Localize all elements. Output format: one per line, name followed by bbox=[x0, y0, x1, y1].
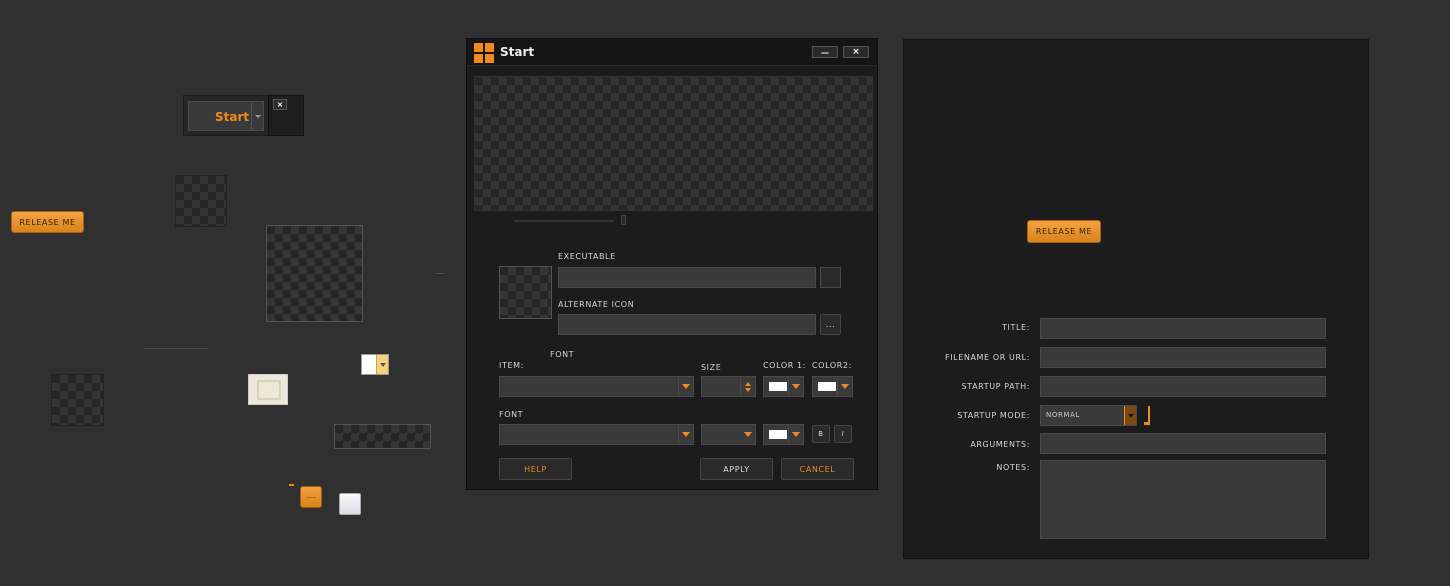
divider-short bbox=[436, 273, 444, 274]
font-size-select[interactable] bbox=[701, 424, 756, 445]
checker-thumb-large bbox=[266, 225, 363, 322]
checker-thumb-small bbox=[175, 175, 227, 227]
font-label: FONT bbox=[550, 350, 575, 359]
notes-label: NOTES: bbox=[996, 463, 1030, 472]
startup-mode-label: STARTUP MODE: bbox=[957, 411, 1030, 420]
bold-button[interactable]: B bbox=[812, 425, 830, 443]
apply-button[interactable]: APPLY bbox=[700, 458, 773, 480]
start-close-panel: × bbox=[268, 95, 304, 136]
arguments-field[interactable] bbox=[1040, 433, 1326, 454]
start-dialog: Start — × EXECUTABLE ALTERNATE ICON ... … bbox=[466, 38, 878, 490]
color1-label: COLOR 1: bbox=[763, 361, 807, 370]
help-button[interactable]: HELP bbox=[499, 458, 572, 480]
tiny-orange-mark bbox=[289, 484, 294, 486]
italic-button[interactable]: I bbox=[834, 425, 852, 443]
title-field[interactable] bbox=[1040, 318, 1326, 339]
startup-mode-value: NORMAL bbox=[1046, 411, 1080, 419]
alternate-icon-label: ALTERNATE ICON bbox=[558, 300, 635, 309]
start-button-widget: Start bbox=[183, 95, 269, 136]
apply-label: APPLY bbox=[723, 464, 750, 474]
app-logo-icon bbox=[474, 43, 494, 63]
font-color-picker[interactable] bbox=[763, 424, 804, 445]
font2-label: FONT bbox=[499, 410, 524, 419]
notes-field[interactable] bbox=[1040, 460, 1326, 539]
color-picker-widget[interactable] bbox=[361, 354, 389, 375]
bold-label: B bbox=[818, 430, 824, 438]
executable-browse-button[interactable] bbox=[820, 267, 841, 288]
help-label: HELP bbox=[524, 464, 547, 474]
browse-label: ... bbox=[825, 320, 836, 329]
item-label: ITEM: bbox=[499, 361, 524, 370]
dialog-title: Start bbox=[500, 45, 535, 59]
font-select[interactable] bbox=[499, 424, 694, 445]
frame-swatch bbox=[248, 374, 288, 405]
checker-strip bbox=[334, 424, 431, 449]
divider-line bbox=[144, 348, 208, 349]
close-icon: × bbox=[852, 47, 860, 57]
minimize-button[interactable]: — bbox=[812, 46, 838, 58]
dialog-close-button[interactable]: × bbox=[843, 46, 869, 58]
alternate-icon-browse-button[interactable]: ... bbox=[820, 314, 841, 335]
close-icon: × bbox=[276, 100, 284, 109]
start-close-button[interactable]: × bbox=[273, 99, 287, 110]
icon-preview bbox=[499, 266, 552, 319]
dialog-title-bar[interactable]: Start — × bbox=[467, 39, 877, 66]
startup-mode-indicator bbox=[1144, 406, 1152, 426]
orange-square-button[interactable] bbox=[300, 486, 322, 508]
arguments-label: ARGUMENTS: bbox=[970, 440, 1030, 449]
color1-picker[interactable] bbox=[763, 376, 804, 397]
item-select[interactable] bbox=[499, 376, 694, 397]
size-label: SIZE bbox=[701, 363, 722, 372]
checker-thumb-left bbox=[51, 374, 104, 426]
minimize-icon: — bbox=[821, 47, 829, 57]
startup-path-label: STARTUP PATH: bbox=[961, 382, 1030, 391]
properties-panel: RELEASE ME TITLE: FILENAME OR URL: START… bbox=[903, 39, 1369, 559]
preview-area bbox=[474, 76, 873, 211]
alternate-icon-field[interactable] bbox=[558, 314, 816, 335]
startup-path-field[interactable] bbox=[1040, 376, 1326, 397]
start-button-label: Start bbox=[215, 110, 250, 124]
executable-label: EXECUTABLE bbox=[558, 252, 616, 261]
release-me-label: RELEASE ME bbox=[1035, 227, 1093, 236]
startup-mode-select[interactable]: NORMAL bbox=[1040, 405, 1137, 426]
filename-label: FILENAME OR URL: bbox=[945, 353, 1030, 362]
release-me-button-right[interactable]: RELEASE ME bbox=[1027, 220, 1101, 243]
executable-field[interactable] bbox=[558, 267, 816, 288]
start-button[interactable]: Start bbox=[188, 101, 264, 131]
start-dropdown-arrow[interactable] bbox=[251, 102, 263, 130]
cancel-label: CANCEL bbox=[799, 464, 836, 474]
release-me-label: RELEASE ME bbox=[19, 217, 76, 227]
release-me-button-left[interactable]: RELEASE ME bbox=[11, 211, 84, 233]
italic-label: I bbox=[841, 430, 845, 438]
size-spinner[interactable] bbox=[701, 376, 756, 397]
color2-label: COLOR2: bbox=[812, 361, 852, 370]
white-square-button[interactable] bbox=[339, 493, 361, 515]
title-label: TITLE: bbox=[1002, 323, 1030, 332]
preview-slider-track[interactable] bbox=[514, 220, 614, 222]
color2-picker[interactable] bbox=[812, 376, 853, 397]
preview-slider-handle[interactable] bbox=[621, 215, 626, 225]
filename-field[interactable] bbox=[1040, 347, 1326, 368]
cancel-button[interactable]: CANCEL bbox=[781, 458, 854, 480]
